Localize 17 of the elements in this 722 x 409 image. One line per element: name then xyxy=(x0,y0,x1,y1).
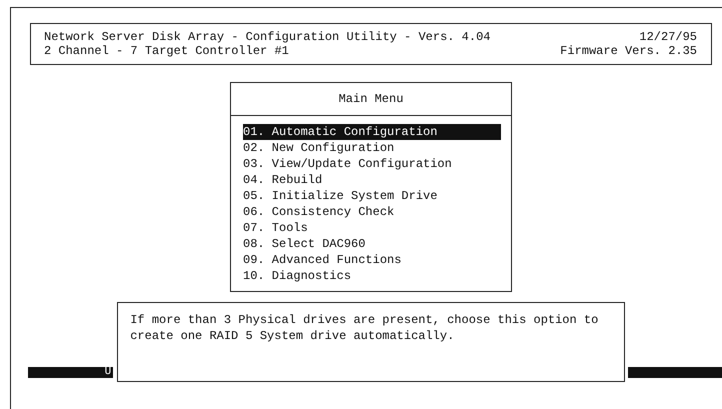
menu-item[interactable]: 03. View/Update Configuration xyxy=(243,156,501,172)
menu-item[interactable]: 07. Tools xyxy=(243,220,501,236)
menu-item[interactable]: 08. Select DAC960 xyxy=(243,236,501,252)
help-text: If more than 3 Physical drives are present, choose this option to create one RAID 5 System drive automatically. xyxy=(117,302,625,382)
menu-item[interactable]: 10. Diagnostics xyxy=(243,268,501,284)
menu-item[interactable]: 06. Consistency Check xyxy=(243,204,501,220)
menu-item[interactable]: 05. Initialize System Drive xyxy=(243,188,501,204)
controller-text: 2 Channel - 7 Target Controller #1 xyxy=(44,44,289,58)
menu-item[interactable]: 09. Advanced Functions xyxy=(243,252,501,268)
status-bar: U xyxy=(28,367,114,378)
date-text: 12/27/95 xyxy=(639,30,697,44)
menu-item[interactable]: 01. Automatic Configuration xyxy=(243,124,501,140)
app-title: Network Server Disk Array - Configuration Utility - Vers. 4.04 xyxy=(44,30,490,44)
menu-item[interactable]: 04. Rebuild xyxy=(243,172,501,188)
firmware-text: Firmware Vers. 2.35 xyxy=(560,44,697,58)
menu-item[interactable]: 02. New Configuration xyxy=(243,140,501,156)
menu-title: Main Menu xyxy=(231,83,511,116)
